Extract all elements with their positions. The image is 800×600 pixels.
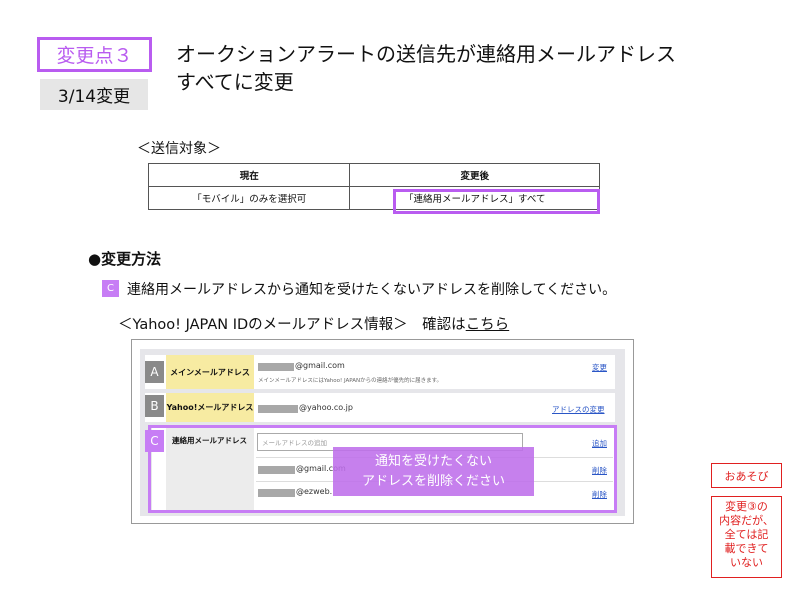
note-incomplete: 変更③の 内容だが、 全ては記 載できて いない: [711, 496, 782, 578]
yahoo-email-value: @yahoo.co.jp: [299, 403, 353, 412]
callout-line-2: アドレスを削除ください: [361, 473, 505, 489]
yahoo-info-line: ＜Yahoo! JAPAN IDのメールアドレス情報＞ 確認はこちら: [118, 313, 509, 334]
yahoo-info-text: ＜Yahoo! JAPAN IDのメールアドレス情報＞ 確認は: [118, 317, 466, 333]
table-header-row: 現在 変更後: [147, 163, 600, 187]
instruction-text: 連絡用メールアドレスから通知を受けたくないアドレスを削除してください。: [127, 282, 617, 298]
after-highlight-frame: [393, 189, 600, 214]
value-current: 「モバイル」のみを選択可: [147, 186, 351, 210]
title-line-2: すべてに変更: [176, 70, 294, 94]
note-line: いない: [730, 556, 763, 569]
change-point-badge: 変更点３: [37, 37, 152, 72]
main-email-label: メインメールアドレス: [166, 355, 254, 389]
main-email-value: @gmail.com: [295, 361, 345, 370]
confirm-link[interactable]: こちら: [466, 317, 510, 333]
note-line: 載できて: [724, 542, 769, 555]
callout-line-1: 通知を受けたくない: [374, 453, 492, 469]
step-c-badge: C: [102, 280, 119, 297]
page-title: オークションアラートの送信先が連絡用メールアドレス すべてに変更: [176, 40, 756, 96]
change-yahoo-address-link[interactable]: アドレスの変更: [552, 404, 605, 415]
change-main-email-link[interactable]: 変更: [592, 362, 607, 373]
note-line: 全ては記: [724, 528, 769, 541]
row-b-letter: B: [145, 395, 164, 417]
note-oasobi: おあそび: [711, 463, 782, 488]
title-line-1: オークションアラートの送信先が連絡用メールアドレス: [176, 42, 676, 66]
method-heading: ●変更方法: [88, 250, 162, 268]
col-after-header: 変更後: [349, 163, 600, 187]
redacted-email-b: [258, 405, 298, 413]
row-a-letter: A: [145, 361, 164, 383]
change-date: 3/14変更: [40, 79, 148, 110]
note-line: 変更③の: [725, 500, 768, 513]
delete-instruction-callout: 通知を受けたくない アドレスを削除ください: [333, 447, 534, 496]
yahoo-email-label: Yahoo!メールアドレス: [166, 393, 254, 422]
col-current-header: 現在: [147, 163, 351, 187]
target-heading: ＜送信対象＞: [137, 141, 221, 157]
note-line: 内容だが、: [719, 514, 774, 527]
redacted-email-a: [258, 363, 294, 371]
main-email-note: メインメールアドレスにはYahoo! JAPANからの連絡が優先的に届きます。: [258, 378, 443, 384]
